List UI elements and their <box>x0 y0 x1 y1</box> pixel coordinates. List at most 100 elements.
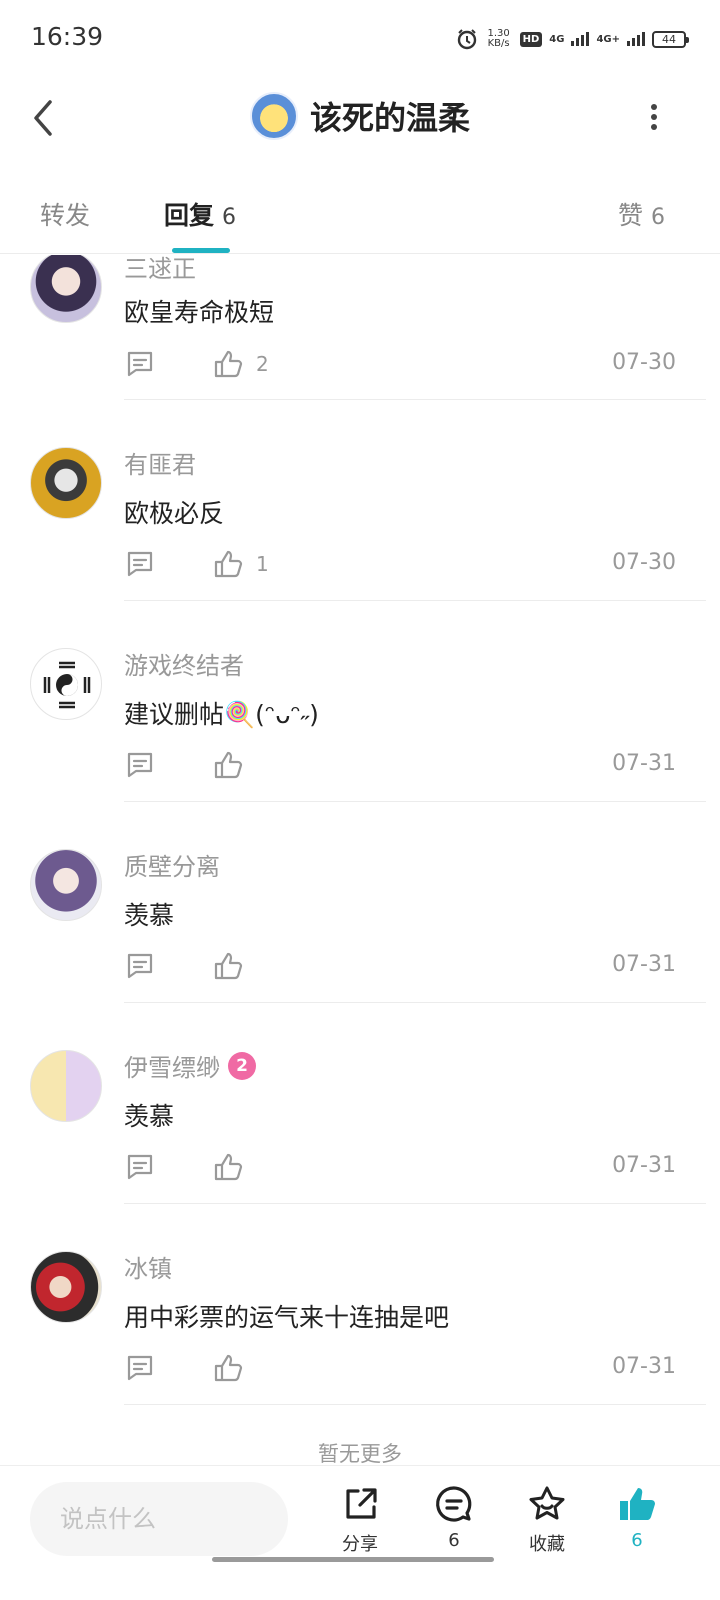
tab-reply-label: 回复 <box>164 201 215 230</box>
comment-button[interactable]: 6 <box>414 1484 494 1551</box>
comment-list[interactable]: 三逑正 欧皇寿命极短 2 07-30 有匪君 欧极必反 1 07-30 游戏终结… <box>0 255 720 1465</box>
level-badge: 2 <box>228 1051 256 1080</box>
reply-icon[interactable] <box>124 749 156 781</box>
battery-level: 44 <box>662 32 676 46</box>
comment-divider <box>124 801 706 802</box>
comment-date: 07-30 <box>612 550 676 575</box>
comment-text: 用中彩票的运气来十连抽是吧 <box>124 1303 450 1332</box>
net-speed: 1.30 KB/s <box>485 29 513 49</box>
home-indicator[interactable] <box>212 1557 494 1562</box>
share-button[interactable]: 分享 <box>320 1484 400 1556</box>
commenter-name[interactable]: 有匪君 <box>124 445 196 480</box>
thumbs-up-icon <box>214 1354 243 1382</box>
comment-date: 07-31 <box>612 751 676 776</box>
net-speed-unit: KB/s <box>487 38 510 49</box>
comment-item: 有匪君 欧极必反 1 07-30 <box>0 403 720 604</box>
network-label-1: 4G <box>549 33 565 45</box>
alarm-icon <box>457 29 476 50</box>
thumbs-up-icon <box>214 751 243 779</box>
comment-divider <box>124 1203 706 1204</box>
comment-actions: 07-31 <box>124 950 676 986</box>
tab-bar: 转发 回复 6 赞 6 <box>0 158 720 254</box>
tab-like-count: 6 <box>651 205 665 230</box>
battery-icon: 44 <box>652 30 689 48</box>
commenter-name-text: 伊雪缥缈 <box>124 1054 220 1082</box>
like-count-label: 6 <box>631 1530 643 1551</box>
tab-forward-label: 转发 <box>40 201 91 230</box>
share-icon <box>346 1488 377 1519</box>
user-avatar[interactable] <box>249 92 298 140</box>
signal-icon-2 <box>627 32 645 46</box>
commenter-avatar[interactable] <box>30 1251 102 1323</box>
comment-text: 羡慕 <box>124 1102 175 1131</box>
commenter-name[interactable]: 游戏终结者 <box>124 646 244 681</box>
comment-like-button[interactable] <box>212 749 256 781</box>
header-title-group: 该死的温柔 <box>0 92 720 140</box>
comment-like-button[interactable] <box>212 950 256 982</box>
commenter-name[interactable]: 质壁分离 <box>124 847 220 882</box>
status-icons: 1.30 KB/s HD 4G 4G+ 44 <box>456 24 689 54</box>
comment-date: 07-31 <box>612 1153 676 1178</box>
tab-reply[interactable]: 回复 6 <box>164 196 236 232</box>
comment-divider <box>124 1404 706 1405</box>
comment-like-button[interactable] <box>212 1352 256 1384</box>
comment-like-button[interactable]: 2 <box>212 348 269 380</box>
like-count: 2 <box>256 352 269 376</box>
more-button[interactable] <box>640 102 668 132</box>
commenter-name[interactable]: 伊雪缥缈 2 <box>124 1048 256 1083</box>
comment-text: 欧极必反 <box>124 499 225 528</box>
comment-input[interactable] <box>30 1482 288 1556</box>
tab-active-indicator <box>172 248 230 253</box>
reply-icon[interactable] <box>124 348 156 380</box>
comment-actions: 2 07-30 <box>124 348 676 384</box>
comment-item: 三逑正 欧皇寿命极短 2 07-30 <box>0 255 720 403</box>
comment-date: 07-31 <box>612 952 676 977</box>
commenter-avatar[interactable] <box>30 1050 102 1122</box>
comment-like-button[interactable] <box>212 1151 256 1183</box>
comment-item: 伊雪缥缈 2 羡慕 07-31 <box>0 1006 720 1207</box>
reply-icon[interactable] <box>124 950 156 982</box>
comment-like-button[interactable]: 1 <box>212 548 269 580</box>
favorite-button[interactable]: 收藏 <box>507 1484 587 1556</box>
comment-count: 6 <box>448 1530 460 1551</box>
comment-actions: 07-31 <box>124 749 676 785</box>
comment-divider <box>124 1002 706 1003</box>
yin-yang-icon <box>43 661 91 709</box>
commenter-avatar[interactable] <box>30 255 102 323</box>
comment-date: 07-30 <box>612 350 676 375</box>
reply-icon[interactable] <box>124 1151 156 1183</box>
comment-actions: 07-31 <box>124 1352 676 1388</box>
nav-bar: 该死的温柔 <box>0 76 720 158</box>
star-icon <box>529 1486 565 1520</box>
comment-divider <box>124 600 706 601</box>
favorite-label: 收藏 <box>529 1534 565 1555</box>
commenter-avatar[interactable] <box>30 447 102 519</box>
comment-actions: 07-31 <box>124 1151 676 1187</box>
bottom-action-bar: 分享 6 收藏 6 <box>0 1465 720 1600</box>
tab-like[interactable]: 赞 6 <box>618 196 665 232</box>
like-button[interactable]: 6 <box>597 1484 677 1551</box>
signal-icon <box>571 32 590 46</box>
status-time: 16:39 <box>31 22 104 51</box>
more-vertical-icon <box>651 104 657 130</box>
share-label: 分享 <box>342 1534 378 1555</box>
comment-item: 质壁分离 羡慕 07-31 <box>0 805 720 1006</box>
page-title: 该死的温柔 <box>309 99 470 137</box>
comment-date: 07-31 <box>612 1354 676 1379</box>
no-more-label: 暂无更多 <box>318 1442 402 1465</box>
reply-icon[interactable] <box>124 548 156 580</box>
tab-reply-count: 6 <box>222 205 237 230</box>
thumbs-up-icon <box>214 952 243 980</box>
commenter-avatar[interactable] <box>30 648 102 720</box>
comment-text: 羡慕 <box>124 901 175 930</box>
tab-forward[interactable]: 转发 <box>40 196 90 232</box>
thumbs-up-icon <box>214 350 243 378</box>
like-count: 1 <box>256 552 269 576</box>
tab-like-label: 赞 <box>617 201 643 230</box>
commenter-name[interactable]: 三逑正 <box>124 255 196 284</box>
comment-divider <box>124 399 706 400</box>
commenter-avatar[interactable] <box>30 849 102 921</box>
comment-item: 游戏终结者 建议删帖🍭(ᵔᴗᵔ˶) 07-31 <box>0 604 720 805</box>
commenter-name[interactable]: 冰镇 <box>124 1249 172 1284</box>
reply-icon[interactable] <box>124 1352 156 1384</box>
